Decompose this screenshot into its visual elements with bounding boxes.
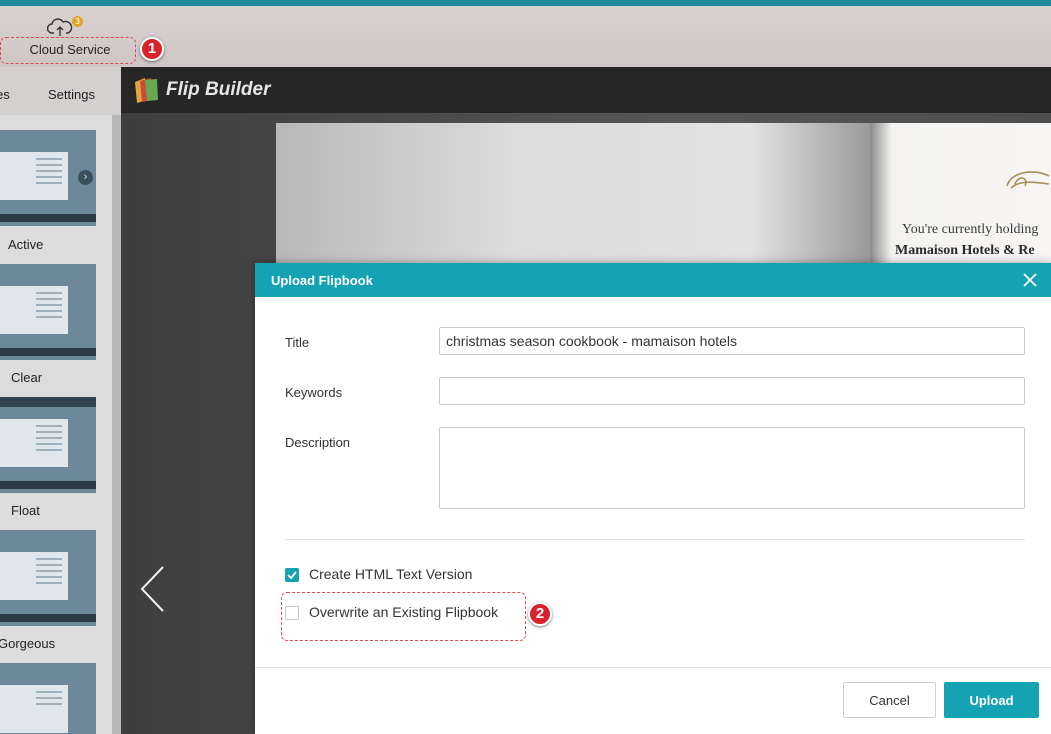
checkbox-checked[interactable] bbox=[285, 568, 299, 582]
thumb-page-right bbox=[32, 286, 68, 334]
thumb-line bbox=[36, 570, 62, 572]
template-thumbnail-active[interactable]: › bbox=[0, 130, 96, 226]
thumb-toolbar bbox=[0, 348, 96, 356]
book-text-line: You're currently holding bbox=[902, 222, 1039, 237]
close-icon[interactable] bbox=[1021, 271, 1039, 289]
thumb-line bbox=[36, 697, 62, 699]
option-label: Create HTML Text Version bbox=[309, 566, 473, 582]
template-thumbnail-next[interactable] bbox=[0, 663, 96, 734]
thumb-line bbox=[36, 437, 62, 439]
thumb-line bbox=[36, 158, 62, 160]
template-label: Float bbox=[11, 503, 40, 518]
template-thumbnail-clear[interactable] bbox=[0, 264, 96, 360]
thumb-line bbox=[36, 564, 62, 566]
app-title: Flip Builder bbox=[166, 79, 271, 100]
template-label: Active bbox=[8, 237, 44, 252]
thumb-line bbox=[36, 310, 62, 312]
thumb-page-left bbox=[0, 552, 32, 600]
thumb-line bbox=[36, 691, 62, 693]
thumb-toolbar bbox=[0, 214, 96, 222]
template-thumbnail-float[interactable] bbox=[0, 397, 96, 493]
checkmark-icon bbox=[287, 571, 297, 580]
thumb-toolbar bbox=[0, 397, 96, 407]
footer-divider bbox=[255, 667, 1051, 668]
thumb-line bbox=[36, 431, 62, 433]
template-label: Gorgeous bbox=[0, 636, 56, 651]
thumb-line bbox=[36, 170, 62, 172]
flip-builder-logo-icon bbox=[135, 78, 158, 103]
thumb-toolbar bbox=[0, 481, 96, 489]
chevron-right-icon: › bbox=[78, 170, 93, 185]
thumb-line bbox=[36, 292, 62, 294]
thumb-page-right bbox=[32, 419, 68, 467]
thumb-line bbox=[36, 582, 62, 584]
dialog-title: Upload Flipbook bbox=[271, 273, 373, 288]
panel-tabs: es Settings bbox=[0, 67, 121, 113]
thumb-line bbox=[36, 443, 62, 445]
thumb-line bbox=[36, 425, 62, 427]
ornament-icon bbox=[1006, 171, 1050, 189]
thumb-line bbox=[36, 576, 62, 578]
upload-flipbook-dialog: Upload Flipbook Title Keywords Descripti… bbox=[255, 263, 1051, 734]
dialog-body: Title Keywords Description Create HTML T… bbox=[255, 297, 1051, 734]
keywords-input[interactable] bbox=[439, 377, 1025, 405]
thumb-line bbox=[36, 304, 62, 306]
highlight-box bbox=[281, 592, 526, 641]
thumb-page-right bbox=[32, 685, 68, 733]
thumb-line bbox=[36, 298, 62, 300]
template-thumbnail-gorgeous[interactable] bbox=[0, 530, 96, 626]
keywords-label: Keywords bbox=[285, 385, 343, 400]
description-textarea[interactable] bbox=[439, 427, 1025, 509]
thumb-line bbox=[36, 164, 62, 166]
thumb-page-right bbox=[32, 552, 68, 600]
thumb-line bbox=[36, 449, 62, 451]
thumb-line bbox=[36, 176, 62, 178]
thumb-line bbox=[36, 316, 62, 318]
cloud-upload-icon bbox=[47, 18, 73, 36]
cloud-service-button[interactable]: 3 Cloud Service bbox=[0, 6, 140, 67]
template-panel: es Settings › Active bbox=[0, 67, 121, 734]
thumb-page-left bbox=[0, 685, 32, 733]
tab-settings[interactable]: Settings bbox=[48, 87, 95, 102]
thumb-page-right bbox=[32, 152, 68, 200]
thumb-line bbox=[36, 558, 62, 560]
callout-marker-1: 1 bbox=[140, 37, 164, 61]
thumb-page-left bbox=[0, 152, 32, 200]
chevron-left-icon[interactable] bbox=[139, 565, 167, 613]
book-text-heading: Mamaison Hotels & Re bbox=[895, 243, 1035, 258]
description-label: Description bbox=[285, 435, 351, 450]
template-list: › Active Clear Float Gorgeous bbox=[0, 115, 112, 734]
thumb-page-left bbox=[0, 286, 32, 334]
cancel-button[interactable]: Cancel bbox=[843, 682, 936, 718]
thumb-page-left bbox=[0, 419, 32, 467]
upload-button[interactable]: Upload bbox=[944, 682, 1039, 718]
tab-templates[interactable]: es bbox=[0, 87, 10, 102]
cloud-service-label: Cloud Service bbox=[0, 37, 136, 64]
notification-badge: 3 bbox=[72, 16, 83, 27]
template-label: Clear bbox=[11, 370, 43, 385]
title-label: Title bbox=[285, 335, 310, 350]
dialog-header: Upload Flipbook bbox=[255, 263, 1051, 297]
callout-marker-2: 2 bbox=[528, 602, 552, 626]
thumb-line bbox=[36, 182, 62, 184]
panel-scrollbar[interactable] bbox=[112, 115, 121, 734]
title-input[interactable] bbox=[439, 327, 1025, 355]
divider bbox=[285, 539, 1025, 540]
thumb-line bbox=[36, 703, 62, 705]
preview-header: Flip Builder bbox=[121, 67, 1051, 113]
thumb-toolbar bbox=[0, 614, 96, 622]
